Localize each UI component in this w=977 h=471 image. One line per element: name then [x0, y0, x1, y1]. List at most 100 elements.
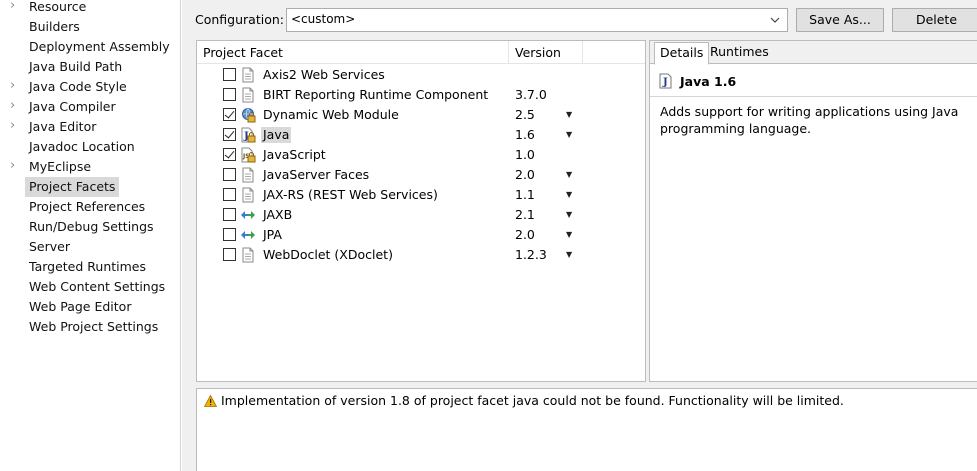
- column-divider[interactable]: [582, 41, 583, 64]
- version-dropdown-icon[interactable]: ▼: [566, 247, 572, 263]
- tree-item-targeted-runtimes[interactable]: Targeted Runtimes: [0, 257, 180, 277]
- details-title: Java 1.6: [680, 74, 737, 89]
- table-row[interactable]: JAXB 2.1 ▼: [197, 205, 645, 225]
- tree-item-label: Web Project Settings: [29, 319, 159, 334]
- table-row[interactable]: JAX-RS (REST Web Services) 1.1 ▼: [197, 185, 645, 205]
- tree-item-project-facets[interactable]: Project Facets: [0, 177, 180, 197]
- tree-item-deployment-assembly[interactable]: Deployment Assembly: [0, 37, 180, 57]
- facet-version: 1.6: [515, 127, 535, 142]
- page-icon: [240, 187, 256, 203]
- facet-checkbox[interactable]: [223, 88, 236, 101]
- chevron-down-icon[interactable]: [769, 11, 781, 32]
- table-row[interactable]: JS JavaScript 1.0: [197, 145, 645, 165]
- table-row[interactable]: WebDoclet (XDoclet) 1.2.3 ▼: [197, 245, 645, 265]
- facet-checkbox[interactable]: [223, 128, 236, 141]
- tree-item-label: Java Compiler: [29, 99, 116, 114]
- project-facets-page: Configuration: <custom> Save As... Delet…: [182, 0, 977, 471]
- tree-item-label: Resource: [29, 0, 87, 14]
- tab-runtimes[interactable]: Runtimes: [705, 42, 774, 64]
- problem-message: Implementation of version 1.8 of project…: [221, 393, 844, 408]
- facet-checkbox[interactable]: [223, 168, 236, 181]
- chevron-right-icon[interactable]: ›: [10, 77, 20, 95]
- tree-item-web-content-settings[interactable]: Web Content Settings: [0, 277, 180, 297]
- tree-item-server[interactable]: Server: [0, 237, 180, 257]
- table-row[interactable]: Axis2 Web Services: [197, 65, 645, 85]
- column-divider[interactable]: [508, 41, 509, 64]
- facets-table: Project Facet Version Axis2 Web Services…: [196, 40, 646, 382]
- jpa-arrows-icon: [240, 227, 256, 243]
- version-dropdown-icon[interactable]: ▼: [566, 187, 572, 203]
- facet-checkbox[interactable]: [223, 68, 236, 81]
- facet-checkbox[interactable]: [223, 188, 236, 201]
- details-panel: Details Runtimes J Java 1.6 Adds support…: [649, 40, 977, 382]
- column-header-version[interactable]: Version: [515, 45, 561, 60]
- tree-item-builders[interactable]: Builders: [0, 17, 180, 37]
- tree-item-label: Web Page Editor: [29, 299, 132, 314]
- configuration-select[interactable]: <custom>: [286, 8, 788, 32]
- facet-name: JPA: [263, 227, 282, 242]
- facet-version: 2.0: [515, 167, 535, 182]
- save-as-button[interactable]: Save As...: [796, 8, 884, 32]
- page-icon: [240, 247, 256, 263]
- tree-item-java-build-path[interactable]: Java Build Path: [0, 57, 180, 77]
- java-file-icon: J: [659, 73, 673, 89]
- column-header-project-facet[interactable]: Project Facet: [203, 45, 283, 60]
- tree-item-java-code-style[interactable]: › Java Code Style: [0, 77, 180, 97]
- tree-item-java-compiler[interactable]: › Java Compiler: [0, 97, 180, 117]
- tree-item-resource[interactable]: › Resource: [0, 0, 180, 17]
- table-row[interactable]: Dynamic Web Module 2.5 ▼: [197, 105, 645, 125]
- version-dropdown-icon[interactable]: ▼: [566, 107, 572, 123]
- page-icon: [240, 167, 256, 183]
- svg-text:J: J: [662, 77, 668, 88]
- facet-version: 2.0: [515, 227, 535, 242]
- warning-icon: [203, 394, 218, 407]
- facet-name: Dynamic Web Module: [263, 107, 399, 122]
- facets-table-header: Project Facet Version: [197, 41, 645, 64]
- facet-version: 1.1: [515, 187, 535, 202]
- tree-item-label: Web Content Settings: [29, 279, 166, 294]
- chevron-right-icon[interactable]: ›: [10, 97, 20, 115]
- tree-item-web-page-editor[interactable]: Web Page Editor: [0, 297, 180, 317]
- details-description: Adds support for writing applications us…: [660, 104, 959, 136]
- facet-name: WebDoclet (XDoclet): [263, 247, 393, 262]
- tree-item-run-debug-settings[interactable]: Run/Debug Settings: [0, 217, 180, 237]
- details-divider: [650, 96, 977, 97]
- tree-item-project-references[interactable]: Project References: [0, 197, 180, 217]
- tree-item-label: Targeted Runtimes: [29, 259, 146, 274]
- jaxb-arrows-icon: [240, 207, 256, 223]
- page-icon: [240, 87, 256, 103]
- chevron-right-icon[interactable]: ›: [10, 117, 20, 135]
- table-row[interactable]: JavaServer Faces 2.0 ▼: [197, 165, 645, 185]
- version-dropdown-icon[interactable]: ▼: [566, 207, 572, 223]
- tree-item-myeclipse[interactable]: › MyEclipse: [0, 157, 180, 177]
- facet-version: 1.2.3: [515, 247, 547, 262]
- chevron-right-icon[interactable]: ›: [10, 0, 20, 15]
- tab-details[interactable]: Details: [654, 42, 710, 65]
- facet-checkbox[interactable]: [223, 248, 236, 261]
- facet-checkbox[interactable]: [223, 148, 236, 161]
- facet-checkbox[interactable]: [223, 228, 236, 241]
- page-icon: [240, 67, 256, 83]
- tree-item-label: Builders: [29, 19, 80, 34]
- version-dropdown-icon[interactable]: ▼: [566, 227, 572, 243]
- tree-item-label: MyEclipse: [29, 159, 92, 174]
- tree-item-javadoc-location[interactable]: Javadoc Location: [0, 137, 180, 157]
- table-row[interactable]: J Java 1.6 ▼: [197, 125, 645, 145]
- tree-item-label: Project Facets: [25, 177, 120, 197]
- version-dropdown-icon[interactable]: ▼: [566, 127, 572, 143]
- tree-item-web-project-settings[interactable]: Web Project Settings: [0, 317, 180, 337]
- facet-checkbox[interactable]: [223, 208, 236, 221]
- facet-name: Java: [261, 127, 292, 143]
- delete-button[interactable]: Delete: [892, 8, 977, 32]
- tree-item-label: Project References: [29, 199, 146, 214]
- tree-item-label: Java Code Style: [29, 79, 127, 94]
- facet-checkbox[interactable]: [223, 108, 236, 121]
- properties-tree: › Resource Builders Deployment Assembly …: [0, 0, 181, 471]
- table-row[interactable]: BIRT Reporting Runtime Component 3.7.0: [197, 85, 645, 105]
- chevron-right-icon[interactable]: ›: [10, 157, 20, 175]
- tree-item-label: Javadoc Location: [29, 139, 135, 154]
- table-row[interactable]: JPA 2.0 ▼: [197, 225, 645, 245]
- version-dropdown-icon[interactable]: ▼: [566, 167, 572, 183]
- facet-version: 1.0: [515, 147, 535, 162]
- tree-item-java-editor[interactable]: › Java Editor: [0, 117, 180, 137]
